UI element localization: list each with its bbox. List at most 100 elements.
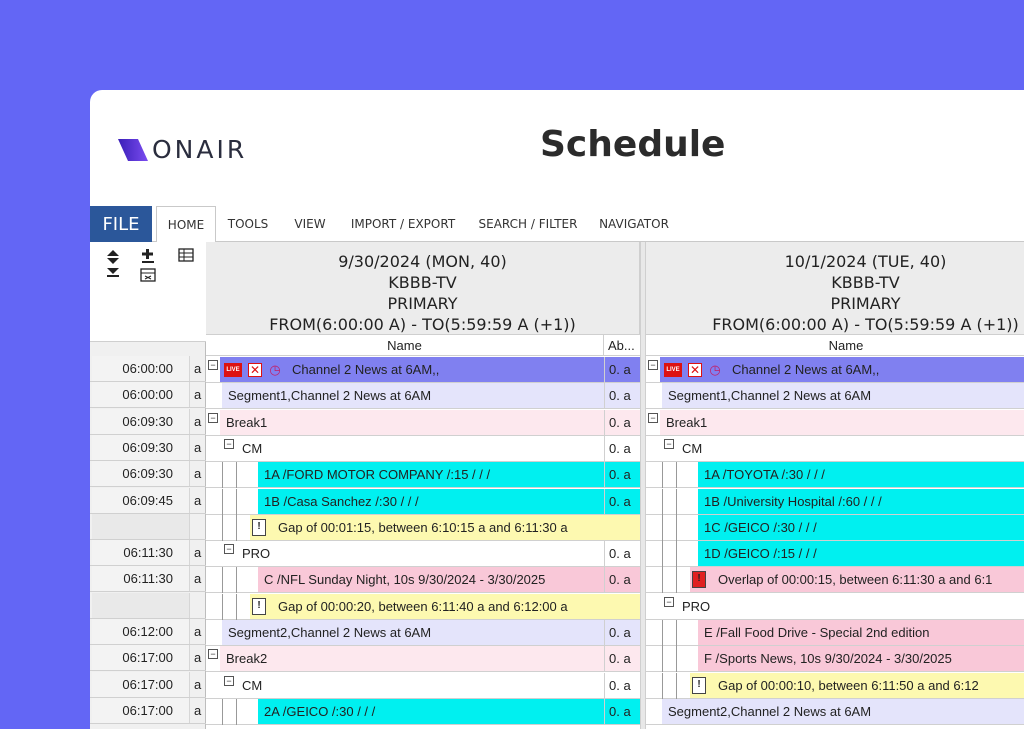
time-cell: 06:11:30	[92, 540, 190, 566]
error-icon[interactable]: ✕	[248, 362, 262, 377]
gap-row[interactable]: ! Gap of 00:00:10, between 6:11:50 a and …	[646, 672, 1024, 699]
tab-tools[interactable]: TOOLS	[222, 206, 274, 242]
grid-icon[interactable]	[178, 248, 194, 262]
form-icon[interactable]	[140, 268, 156, 282]
collapse-toggle-icon[interactable]: −	[208, 412, 218, 423]
segment-row[interactable]: Segment1,Channel 2 News at 6AM 0. a	[206, 383, 640, 410]
ab-cell: 0. a	[604, 435, 640, 461]
spot-row[interactable]: 1A /FORD MOTOR COMPANY /:15 / / / 0. a	[206, 462, 640, 489]
time-row[interactable]	[90, 513, 206, 540]
cm-row[interactable]: − CM	[646, 435, 1024, 462]
time-row[interactable]: 06:09:45 a	[90, 487, 206, 514]
time-row[interactable]	[90, 592, 206, 619]
error-icon[interactable]: ✕	[688, 362, 702, 377]
time-row[interactable]: 06:00:00 a	[90, 356, 206, 382]
time-row[interactable]: 06:09:30 a	[90, 461, 206, 488]
file-tab[interactable]: FILE	[90, 206, 152, 242]
overlap-row[interactable]: ! Overlap of 00:00:15, between 6:11:30 a …	[646, 567, 1024, 594]
time-row[interactable]: 06:17:00 a	[90, 697, 206, 724]
expand-collapse-icon[interactable]	[106, 250, 120, 280]
spot-row[interactable]: 1B /University Hospital /:60 / / /	[646, 488, 1024, 515]
promo-row[interactable]: C /NFL Sunday Night, 10s 9/30/2024 - 3/3…	[206, 567, 640, 594]
column-header-ab[interactable]: Ab...	[604, 334, 640, 356]
ampm-cell	[194, 593, 206, 618]
time-row[interactable]: 06:11:30 a	[90, 540, 206, 567]
break-row[interactable]: − Break1 0. a	[206, 409, 640, 436]
ampm-cell: a	[194, 650, 202, 666]
time-cell: 06:17:00	[92, 645, 190, 671]
cm-name: CM	[236, 672, 604, 698]
tree-guide	[236, 462, 237, 489]
live-icon: LIVE	[664, 362, 682, 377]
promo-name: F /Sports News, 10s 9/30/2024 - 3/30/202…	[698, 646, 1024, 672]
ampm-cell: a	[194, 492, 202, 508]
tab-home[interactable]: HOME	[156, 206, 216, 243]
onair-logo: ONAIR	[118, 135, 247, 164]
program-title: Channel 2 News at 6AM,,	[292, 362, 440, 377]
tree-guide	[222, 593, 223, 620]
program-name: LIVE ✕ ◷ Channel 2 News at 6AM,,	[660, 357, 1024, 382]
program-row[interactable]: − LIVE ✕ ◷ Channel 2 News at 6AM,, 0. a	[206, 357, 640, 383]
time-row[interactable]: 06:11:30 a	[90, 566, 206, 593]
collapse-toggle-icon[interactable]: −	[664, 596, 674, 607]
spot-text: 1A /TOYOTA /:30 / / /	[704, 467, 825, 483]
segment-row[interactable]: Segment2,Channel 2 News at 6AM	[646, 698, 1024, 725]
day-header: 9/30/2024 (MON, 40) KBBB-TV PRIMARY FROM…	[206, 242, 640, 334]
cm-row[interactable]: − PRO 0. a	[206, 541, 640, 568]
gap-row[interactable]: ! Gap of 00:00:20, between 6:11:40 a and …	[206, 593, 640, 620]
time-row[interactable]: 06:09:30 a	[90, 408, 206, 435]
tab-navigator[interactable]: NAVIGATOR	[596, 206, 672, 242]
collapse-toggle-icon[interactable]: −	[648, 360, 658, 370]
collapse-toggle-icon[interactable]: −	[224, 675, 234, 686]
ampm-cell: a	[194, 571, 202, 587]
promo-row[interactable]: F /Sports News, 10s 9/30/2024 - 3/30/202…	[646, 646, 1024, 673]
spot-row[interactable]: 1D /GEICO /:15 / / /	[646, 541, 1024, 568]
collapse-toggle-icon[interactable]: −	[208, 649, 218, 660]
cm-row[interactable]: − PRO	[646, 593, 1024, 620]
collapse-toggle-icon[interactable]: −	[648, 412, 658, 423]
tab-search-filter[interactable]: SEARCH / FILTER	[474, 206, 582, 242]
cm-row[interactable]: − CM 0. a	[206, 435, 640, 462]
segment-row[interactable]: Segment1,Channel 2 News at 6AM	[646, 383, 1024, 410]
column-header-name[interactable]: Name	[646, 334, 1024, 356]
spot-row[interactable]: 1A /TOYOTA /:30 / / /	[646, 462, 1024, 489]
time-row[interactable]: 06:00:00 a	[90, 382, 206, 409]
time-cell: 06:11:30	[92, 566, 190, 592]
break-row[interactable]: − Break2 0. a	[206, 646, 640, 673]
break-row[interactable]: − Break1	[646, 409, 1024, 436]
segment-row[interactable]: Segment2,Channel 2 News at 6AM 0. a	[206, 620, 640, 646]
spot-row[interactable]: 1C /GEICO /:30 / / /	[646, 514, 1024, 541]
ab-cell	[604, 514, 640, 540]
spot-row[interactable]: 2A /GEICO /:30 / / / 0. a	[206, 698, 640, 725]
collapse-toggle-icon[interactable]: −	[208, 360, 218, 370]
ampm-cell: a	[194, 439, 202, 455]
break-text: Break1	[666, 414, 708, 430]
ampm-cell: a	[194, 545, 202, 561]
tree-guide	[236, 567, 237, 594]
time-row[interactable]: 06:09:30 a	[90, 434, 206, 461]
time-row[interactable]: 06:17:00 a	[90, 645, 206, 672]
tab-import-export[interactable]: IMPORT / EXPORT	[348, 206, 458, 242]
time-cell: 06:09:45	[92, 487, 190, 513]
promo-text: C /NFL Sunday Night, 10s 9/30/2024 - 3/3…	[264, 572, 546, 588]
promo-row[interactable]: E /Fall Food Drive - Special 2nd edition	[646, 620, 1024, 646]
time-row[interactable]: 06:12:00 a	[90, 619, 206, 645]
program-row[interactable]: − LIVE ✕ ◷ Channel 2 News at 6AM,,	[646, 357, 1024, 383]
add-item-icon[interactable]	[140, 248, 156, 264]
segment-name: Segment1,Channel 2 News at 6AM	[222, 383, 604, 409]
collapse-toggle-icon[interactable]: −	[224, 544, 234, 555]
cm-row[interactable]: − CM 0. a	[206, 672, 640, 699]
spot-row[interactable]: 1B /Casa Sanchez /:30 / / / 0. a	[206, 488, 640, 515]
time-row[interactable]: 06:17:00 a	[90, 671, 206, 698]
collapse-toggle-icon[interactable]: −	[664, 438, 674, 449]
cm-name: PRO	[236, 541, 604, 567]
tree-guide	[676, 541, 677, 568]
break-name: Break1	[220, 409, 604, 435]
spot-text: 1B /University Hospital /:60 / / /	[704, 493, 882, 509]
spot-name: 1B /University Hospital /:60 / / /	[698, 488, 1024, 514]
tab-view[interactable]: VIEW	[286, 206, 334, 242]
column-header-name[interactable]: Name	[206, 334, 604, 356]
segment-text: Segment1,Channel 2 News at 6AM	[668, 388, 872, 404]
collapse-toggle-icon[interactable]: −	[224, 438, 234, 449]
gap-row[interactable]: ! Gap of 00:01:15, between 6:10:15 a and …	[206, 514, 640, 541]
